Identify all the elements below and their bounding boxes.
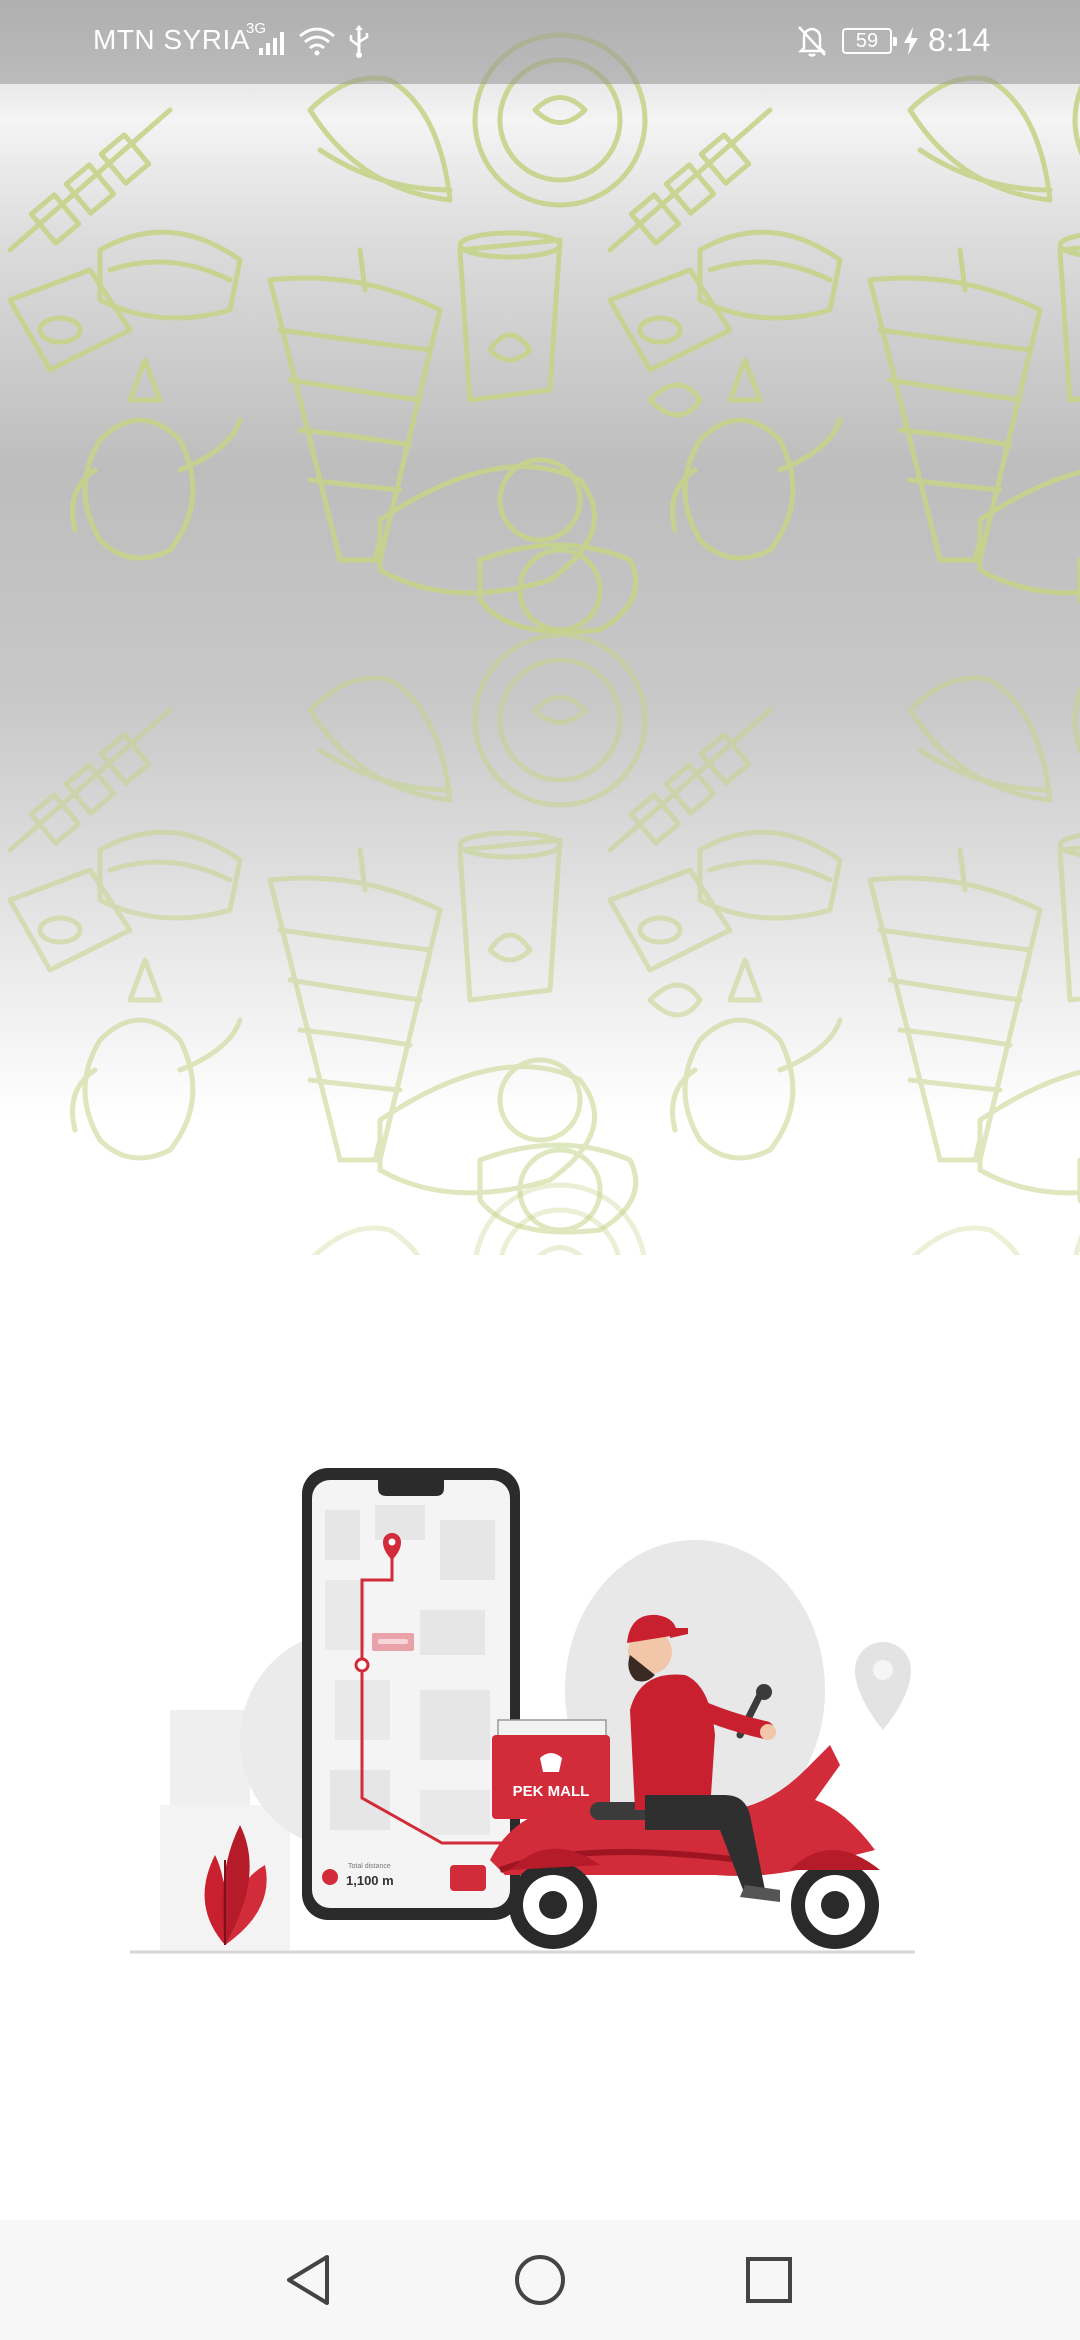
battery-icon: 59: [842, 28, 897, 54]
usb-icon: [348, 24, 370, 63]
navigation-bar: [0, 2220, 1080, 2340]
location-pin-icon: [855, 1642, 911, 1730]
notifications-off-icon: [796, 24, 828, 63]
recents-icon: [746, 2257, 792, 2303]
signal-icon: [258, 30, 288, 61]
box-label: PEK MALL: [513, 1783, 590, 1800]
charging-icon: [902, 26, 920, 61]
carrier-name: MTN SYRIA: [93, 24, 250, 55]
phone-notch: [378, 1480, 444, 1496]
clock: 8:14: [928, 22, 991, 58]
distance-icon: [322, 1869, 338, 1885]
wifi-icon: [298, 26, 336, 61]
splash-screen: MTN SYRIA 3G 59 8:14 Total distance 1,10…: [0, 0, 1080, 2340]
food-doodle-pattern: [0, 0, 1080, 1255]
back-button[interactable]: [268, 2240, 348, 2320]
distance-value: 1,100 m: [346, 1873, 394, 1888]
recents-button[interactable]: [729, 2240, 809, 2320]
status-bar: MTN SYRIA 3G 59 8:14: [0, 0, 1080, 84]
rider-torso: [630, 1674, 715, 1810]
home-button[interactable]: [500, 2240, 580, 2320]
home-icon: [515, 2255, 565, 2305]
delivery-illustration: Total distance 1,100 m PEK MALL: [120, 1440, 960, 1980]
svg-text:Total distance: Total distance: [348, 1863, 391, 1870]
food-pattern-background: [0, 0, 1080, 1255]
back-icon: [287, 2255, 329, 2305]
